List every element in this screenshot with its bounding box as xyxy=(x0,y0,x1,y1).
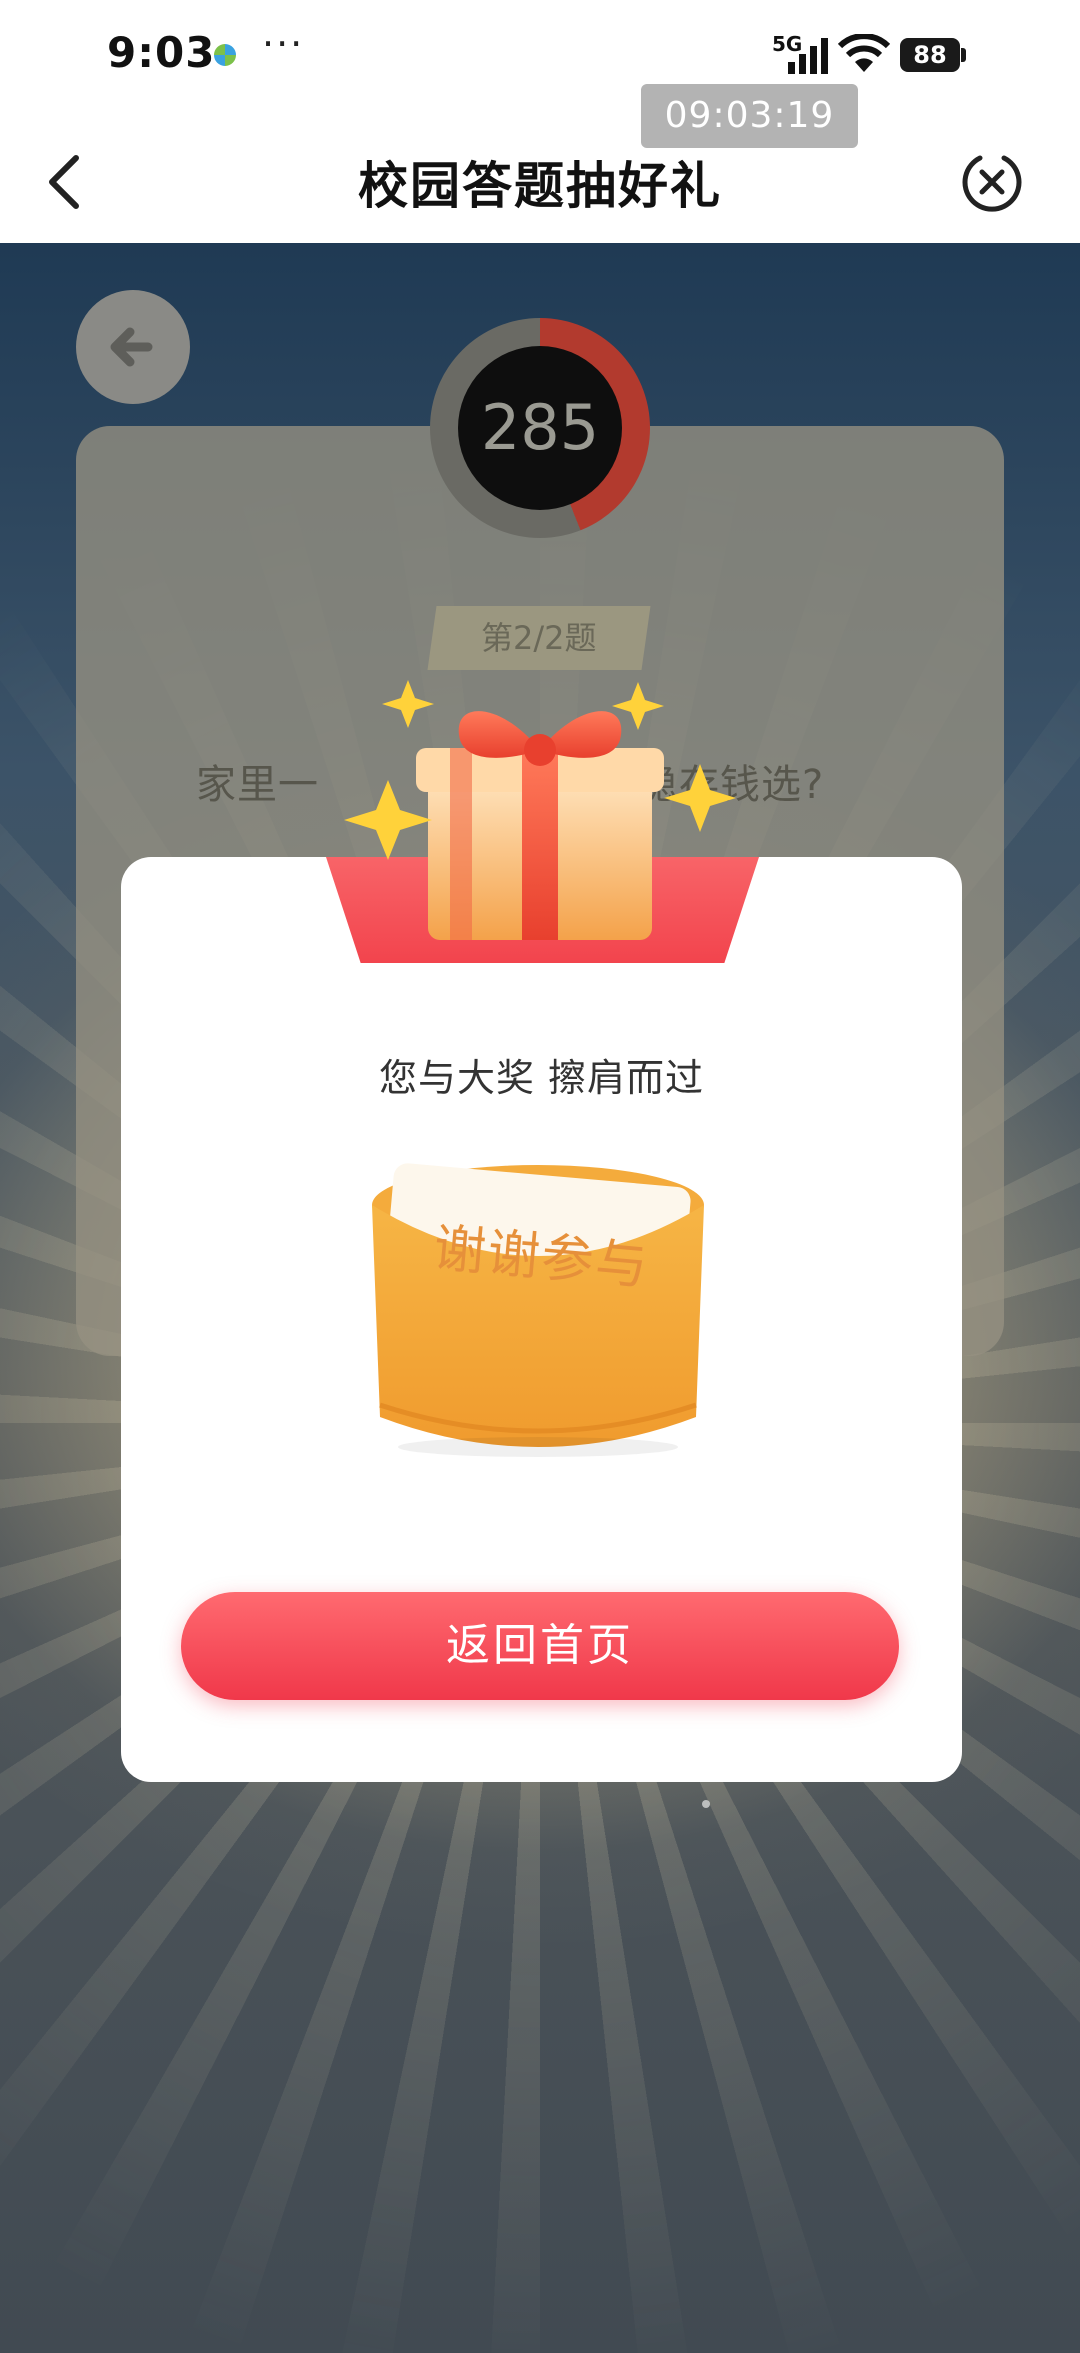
result-modal: 谢谢参与 您与大奖 擦肩而过 谢谢参与 返回首页 xyxy=(121,857,962,1782)
more-notifications-icon: ··· xyxy=(262,22,305,66)
page-title: 校园答题抽好礼 xyxy=(358,157,722,215)
star-icon xyxy=(382,680,434,728)
modal-subtitle: 您与大奖 擦肩而过 xyxy=(378,1056,705,1100)
china-mobile-icon xyxy=(214,44,236,66)
clock-overlay: 09:03:19 xyxy=(641,84,858,148)
wifi-icon xyxy=(838,34,890,72)
timer-value: 285 xyxy=(458,346,622,510)
return-home-button[interactable]: 返回首页 xyxy=(181,1592,899,1700)
back-arrow-icon xyxy=(110,327,153,367)
status-bar: 9:03 ··· 5G 88 xyxy=(0,0,1080,120)
signal-icon xyxy=(788,38,828,74)
gift-box-icon xyxy=(344,680,736,940)
quiz-back-button[interactable] xyxy=(76,290,190,404)
battery-tip xyxy=(961,48,966,62)
status-time: 9:03 xyxy=(107,28,216,77)
sparkle-dot xyxy=(702,1800,710,1808)
countdown-timer: 285 xyxy=(430,318,650,538)
star-icon xyxy=(664,764,736,832)
nav-bar: 校园答题抽好礼 xyxy=(0,120,1080,243)
battery-icon: 88 xyxy=(900,38,960,72)
envelope-icon: 谢谢参与 xyxy=(366,1157,711,1463)
envelope-graphic xyxy=(372,1163,704,1457)
star-icon xyxy=(344,780,432,860)
close-circle-icon[interactable] xyxy=(960,150,1024,214)
